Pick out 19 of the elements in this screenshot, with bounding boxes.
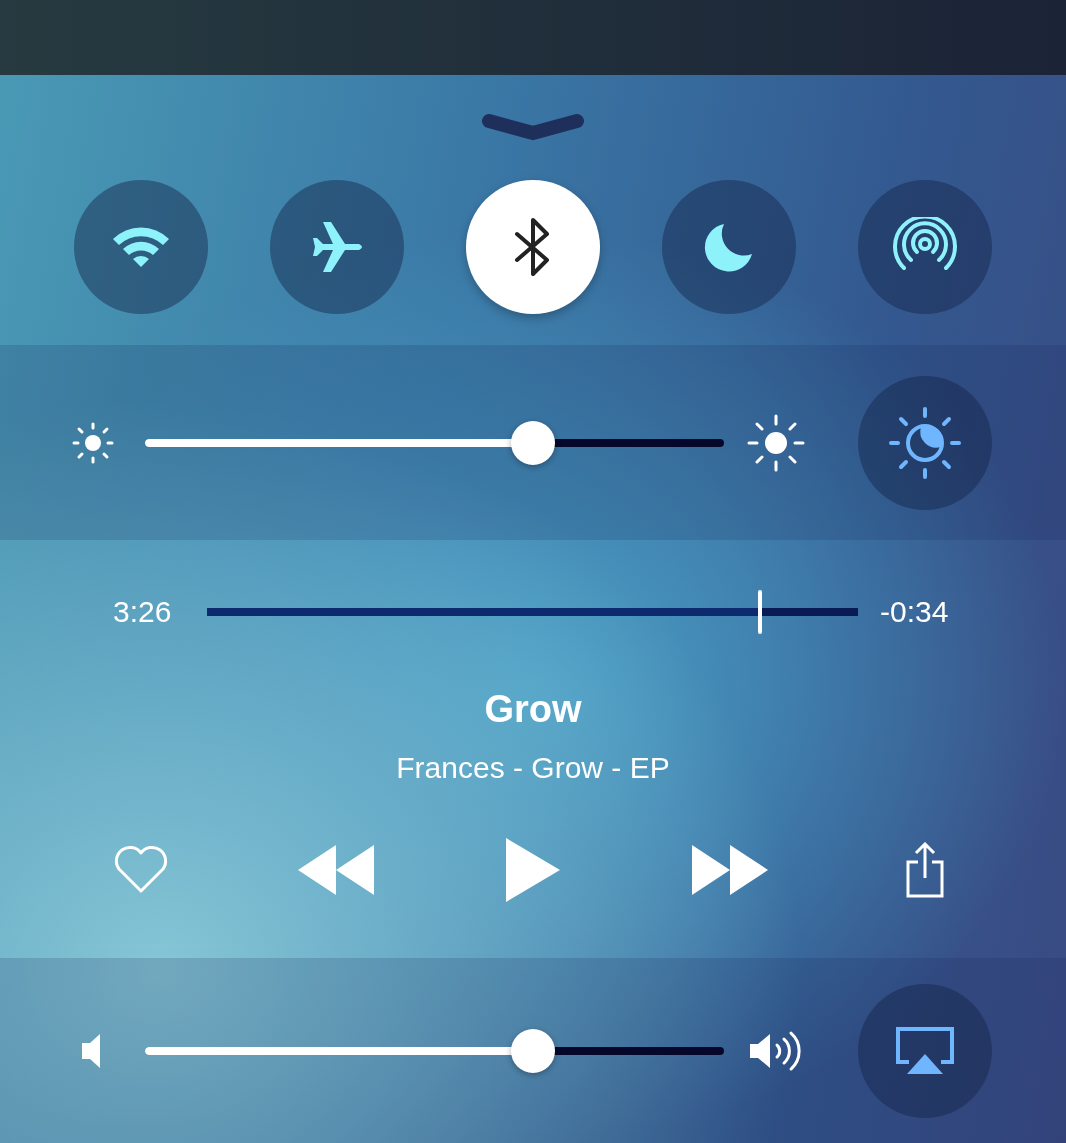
song-title: Grow [483, 688, 583, 731]
remaining-time: -0:34 [880, 595, 949, 629]
moon-icon [704, 222, 754, 272]
progress-bar[interactable] [207, 590, 858, 634]
song-subtitle: Frances - Grow - EP [395, 751, 671, 785]
play-icon[interactable] [506, 838, 560, 902]
brightness-slider[interactable] [145, 420, 724, 465]
share-icon[interactable] [905, 842, 945, 898]
playhead[interactable] [758, 590, 763, 634]
chevron-icon[interactable] [481, 112, 585, 143]
volume-thumb[interactable] [510, 1028, 555, 1073]
fast-forward-icon[interactable] [690, 845, 768, 895]
elapsed-time: 3:26 [113, 595, 173, 629]
bright-sun-icon [746, 412, 806, 473]
dim-sun-icon [72, 421, 114, 464]
wifi-icon [111, 225, 171, 269]
airplay-icon [895, 1025, 955, 1076]
volume-slider[interactable] [145, 1028, 724, 1073]
brightness-thumb[interactable] [510, 420, 555, 465]
